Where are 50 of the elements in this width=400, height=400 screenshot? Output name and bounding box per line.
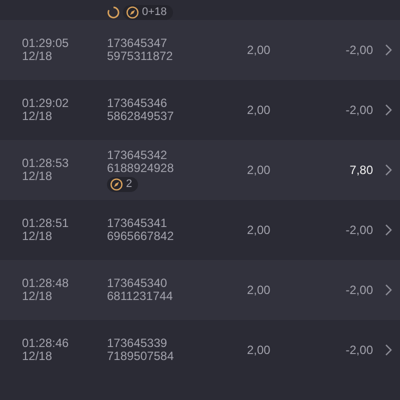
date-text: 12/18 — [22, 170, 54, 183]
date-text: 12/18 — [22, 50, 54, 63]
result-amount: 7,80 — [350, 163, 373, 177]
stake-amount: 2,00 — [247, 283, 270, 297]
ticket-id: 7189507584 — [107, 350, 174, 363]
round-id: 173645347 — [107, 37, 168, 50]
round-id: 173645340 — [107, 277, 168, 290]
bonus-badge: 2 — [107, 176, 138, 192]
ticket-id: 6965667842 — [107, 230, 174, 243]
chevron-right-icon[interactable] — [385, 44, 392, 56]
history-row[interactable]: 01:28:48 12/18 173645340 6811231744 2,00 -2,00 — [0, 260, 400, 320]
compass-icon — [110, 178, 123, 190]
time-text: 01:28:51 — [22, 217, 70, 230]
ticket-id: 5975311872 — [107, 50, 173, 63]
date-text: 12/18 — [22, 290, 54, 303]
result-amount: -2,00 — [346, 283, 373, 297]
result-amount: -2,00 — [346, 43, 373, 57]
result-amount: -2,00 — [346, 343, 373, 357]
chevron-right-icon[interactable] — [385, 224, 392, 236]
round-id: 173645342 — [107, 148, 168, 162]
spinner-icon — [107, 6, 120, 19]
chevron-right-icon[interactable] — [385, 104, 392, 116]
date-text: 12/18 — [22, 110, 54, 123]
stake-amount: 2,00 — [247, 223, 270, 237]
compass-icon — [126, 6, 139, 19]
time-text: 01:28:53 — [22, 157, 70, 170]
round-id: 173645341 — [107, 217, 168, 230]
stake-amount: 2,00 — [247, 163, 270, 177]
ticket-id: 6811231744 — [107, 290, 173, 303]
bonus-badge: 0+18 — [123, 5, 173, 20]
ticket-id: 5862849537 — [107, 110, 174, 123]
date-text: 12/18 — [22, 350, 54, 363]
stake-amount: 2,00 — [247, 343, 270, 357]
chevron-right-icon[interactable] — [385, 164, 392, 176]
result-amount: -2,00 — [346, 103, 373, 117]
time-text: 01:29:02 — [22, 97, 70, 110]
time-text: 01:29:05 — [22, 37, 70, 50]
history-row[interactable]: 01:29:05 12/18 173645347 5975311872 2,00 -2,00 — [0, 20, 400, 80]
chevron-right-icon[interactable] — [385, 344, 392, 356]
history-row[interactable]: 01:28:53 12/18 173645342 6188924928 2 2,00 7,80 — [0, 140, 400, 200]
date-text: 12/18 — [22, 230, 54, 243]
ticket-id: 6188924928 — [107, 162, 174, 174]
chevron-right-icon[interactable] — [385, 284, 392, 296]
stake-amount: 2,00 — [247, 43, 270, 57]
time-text: 01:28:48 — [22, 277, 70, 290]
result-amount: -2,00 — [346, 223, 373, 237]
time-text: 01:28:46 — [22, 337, 70, 350]
round-id: 173645339 — [107, 337, 168, 350]
round-id: 173645346 — [107, 97, 168, 110]
stake-amount: 2,00 — [247, 103, 270, 117]
